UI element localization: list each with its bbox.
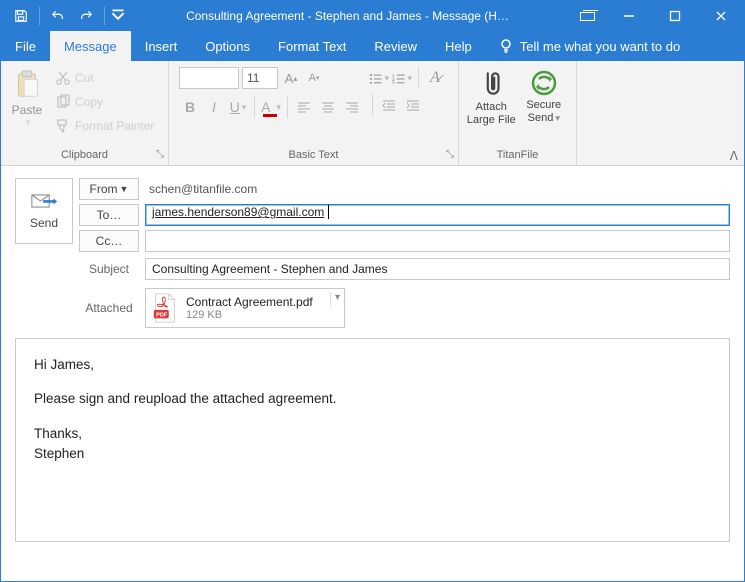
font-size-combo[interactable]	[242, 67, 278, 89]
clipboard-expand-icon[interactable]: ⤡	[156, 147, 164, 163]
minimize-icon[interactable]	[606, 1, 652, 31]
increase-indent-button[interactable]	[402, 93, 424, 117]
paste-button[interactable]: Paste ▾	[7, 65, 47, 147]
tab-insert[interactable]: Insert	[131, 31, 192, 61]
title-bar: Consulting Agreement - Stephen and James…	[1, 1, 744, 31]
svg-text:3: 3	[392, 81, 395, 84]
bold-button[interactable]: B	[179, 95, 201, 119]
save-icon[interactable]	[7, 1, 35, 31]
paste-icon	[12, 69, 42, 99]
close-icon[interactable]	[698, 1, 744, 31]
tell-me-search[interactable]: Tell me what you want to do	[486, 31, 680, 61]
subject-field[interactable]	[145, 258, 730, 280]
tab-file[interactable]: File	[1, 31, 50, 61]
ribbon-group-titanfile: Attach Large File Secure Send▾ TitanFile	[459, 61, 577, 165]
body-paragraph: Please sign and reupload the attached ag…	[34, 389, 711, 409]
attachment-card[interactable]: PDF Contract Agreement.pdf 129 KB ▾	[145, 288, 345, 328]
align-center-button[interactable]	[317, 95, 339, 119]
group-label-basic-text: Basic Text	[289, 149, 339, 161]
align-right-button[interactable]	[341, 95, 363, 119]
qat-dropdown-icon[interactable]	[109, 1, 127, 31]
font-color-button[interactable]: A▾	[260, 95, 282, 119]
attachment-menu-icon[interactable]: ▾	[330, 292, 340, 306]
cc-button[interactable]: Cc…	[79, 230, 139, 252]
group-label-titanfile: TitanFile	[497, 149, 539, 161]
to-field[interactable]: james.henderson89@gmail.com	[145, 204, 730, 226]
copy-button[interactable]: Copy	[51, 91, 158, 113]
grow-font-icon[interactable]: A▴	[281, 67, 301, 89]
numbering-button[interactable]: 123▾	[392, 67, 412, 89]
ribbon-group-basic-text: A▴ A▾ B I U▾ A▾ ▾ 123▾ A̷	[169, 61, 459, 165]
tab-message[interactable]: Message	[50, 31, 131, 61]
attach-large-file-button[interactable]: Attach Large File	[465, 65, 518, 147]
group-label-clipboard: Clipboard	[61, 149, 108, 161]
subject-label: Subject	[79, 262, 139, 276]
clear-formatting-button[interactable]: A̷	[425, 67, 445, 89]
ribbon-display-icon[interactable]	[568, 1, 606, 31]
tab-review[interactable]: Review	[360, 31, 431, 61]
basic-text-expand-icon[interactable]: ⤡	[446, 147, 454, 163]
ribbon-group-clipboard: Paste ▾ Cut Copy Format Painter Clipboar…	[1, 61, 169, 165]
secure-send-button[interactable]: Secure Send▾	[518, 65, 571, 147]
redo-icon[interactable]	[72, 1, 100, 31]
ribbon: Paste ▾ Cut Copy Format Painter Clipboar…	[1, 61, 744, 166]
cc-field[interactable]	[145, 230, 730, 252]
secure-send-icon	[530, 69, 558, 97]
from-button[interactable]: From ▼	[79, 178, 139, 200]
collapse-ribbon-icon[interactable]: ᐱ	[730, 149, 738, 163]
attached-label: Attached	[79, 301, 139, 315]
underline-button[interactable]: U▾	[227, 95, 249, 119]
maximize-icon[interactable]	[652, 1, 698, 31]
format-painter-icon	[55, 118, 71, 134]
cut-icon	[55, 70, 71, 86]
body-closing1: Thanks,	[34, 424, 711, 444]
tab-format-text[interactable]: Format Text	[264, 31, 360, 61]
bullets-button[interactable]: ▾	[369, 67, 389, 89]
tab-options[interactable]: Options	[191, 31, 264, 61]
font-name-combo[interactable]	[179, 67, 239, 89]
attachment-size: 129 KB	[186, 309, 313, 321]
window-title: Consulting Agreement - Stephen and James…	[127, 9, 568, 23]
body-closing2: Stephen	[34, 444, 711, 464]
ribbon-tabs: File Message Insert Options Format Text …	[1, 31, 744, 61]
message-body[interactable]: Hi James, Please sign and reupload the a…	[15, 338, 730, 542]
tab-help[interactable]: Help	[431, 31, 486, 61]
svg-text:PDF: PDF	[156, 312, 168, 318]
send-icon	[31, 192, 57, 210]
from-address: schen@titanfile.com	[145, 182, 257, 196]
body-greeting: Hi James,	[34, 355, 711, 375]
attachment-name: Contract Agreement.pdf	[186, 295, 313, 309]
to-button[interactable]: To…	[79, 204, 139, 226]
align-left-button[interactable]	[293, 95, 315, 119]
lightbulb-icon	[498, 37, 514, 56]
decrease-indent-button[interactable]	[378, 93, 400, 117]
format-painter-button[interactable]: Format Painter	[51, 115, 158, 137]
undo-icon[interactable]	[44, 1, 72, 31]
compose-header: Send From ▼ schen@titanfile.com To… jame…	[1, 166, 744, 328]
copy-icon	[55, 94, 71, 110]
send-button[interactable]: Send	[15, 178, 73, 244]
cut-button[interactable]: Cut	[51, 67, 158, 89]
paperclip-icon	[477, 69, 505, 99]
shrink-font-icon[interactable]: A▾	[304, 67, 324, 89]
pdf-icon: PDF	[152, 293, 178, 323]
italic-button[interactable]: I	[203, 95, 225, 119]
